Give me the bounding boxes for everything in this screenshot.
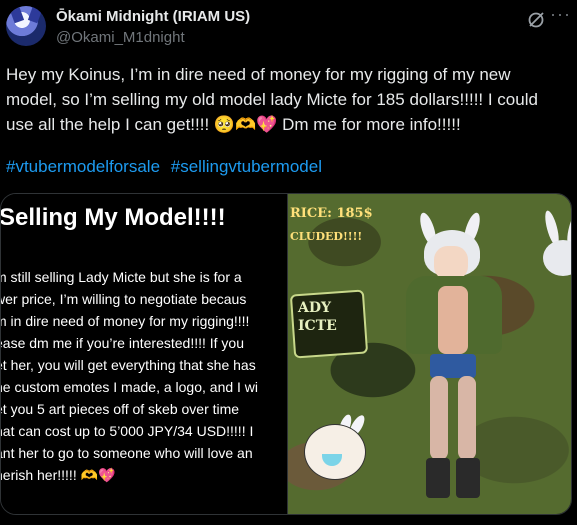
included-text: CLUDED!!!! bbox=[290, 230, 363, 243]
image-title: Selling My Model!!!! bbox=[1, 204, 226, 231]
user-handle[interactable]: @Okami_M1dnight bbox=[56, 29, 185, 46]
model-character bbox=[400, 210, 520, 502]
chibi-emote bbox=[300, 413, 370, 494]
grok-icon[interactable] bbox=[526, 10, 546, 30]
image-body-text: m still selling Lady Micte but she is fo… bbox=[1, 269, 259, 483]
hashtag-link[interactable]: #vtubermodelforsale bbox=[6, 157, 160, 176]
hashtags: #vtubermodelforsale #sellingvtubermodel bbox=[6, 157, 328, 177]
model-logo-text: ADY ICTE bbox=[298, 300, 337, 334]
media-grid: Selling My Model!!!! m still selling Lad… bbox=[0, 193, 572, 515]
post-text: Hey my Koinus, I’m in dire need of money… bbox=[6, 65, 538, 134]
price-text: RICE: 185$ bbox=[290, 206, 373, 221]
avatar-ear bbox=[27, 6, 43, 24]
display-name[interactable]: Ōkami Midnight (IRIAM US) bbox=[56, 8, 250, 25]
avatar[interactable] bbox=[6, 6, 46, 46]
hashtag-link[interactable]: #sellingvtubermodel bbox=[171, 157, 322, 176]
media-image-model[interactable]: RICE: 185$ CLUDED!!!! ADY ICTE bbox=[288, 194, 571, 514]
media-image-text[interactable]: Selling My Model!!!! m still selling Lad… bbox=[1, 194, 288, 514]
more-options-icon[interactable]: ··· bbox=[550, 4, 571, 25]
character-peek bbox=[537, 209, 571, 280]
avatar-ear bbox=[9, 6, 25, 24]
